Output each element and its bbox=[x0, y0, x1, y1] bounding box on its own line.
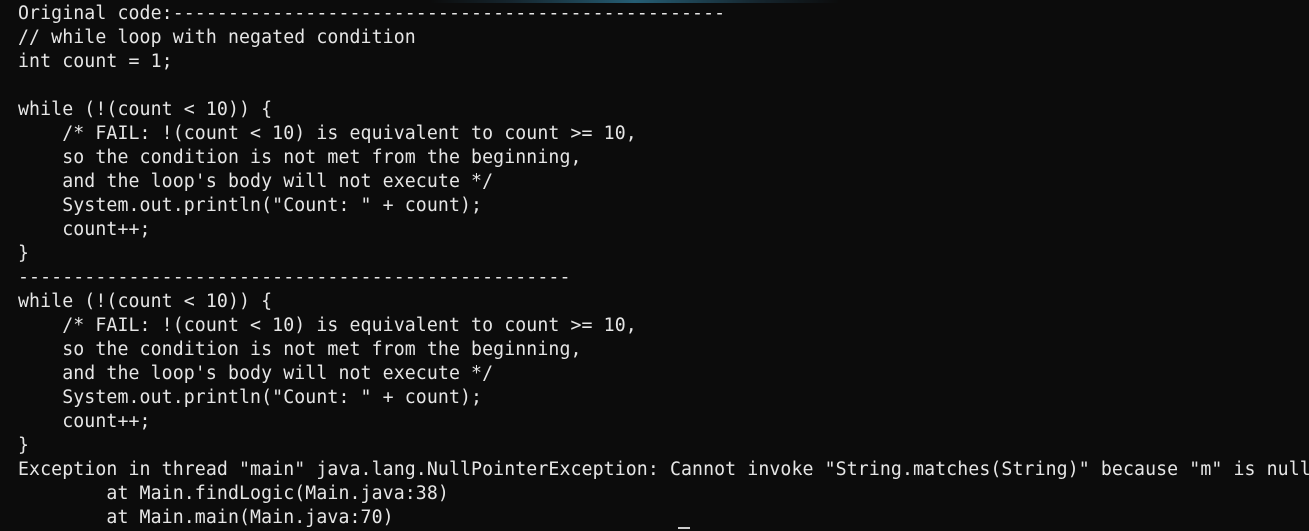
code-line: int count = 1; bbox=[18, 51, 173, 72]
stack-trace-line: at Main.findLogic(Main.java:38) bbox=[18, 483, 449, 504]
exception-message-line: Exception in thread "main" java.lang.Nul… bbox=[18, 459, 1309, 480]
original-code-header-line: Original code:--------------------------… bbox=[18, 3, 726, 24]
scrolled-output-fragment bbox=[430, 0, 840, 3]
text-cursor bbox=[678, 527, 690, 529]
code-line: } bbox=[18, 435, 30, 456]
code-line: count++; bbox=[18, 411, 151, 432]
code-line: count++; bbox=[18, 219, 151, 240]
code-line: while (!(count < 10)) { bbox=[18, 99, 273, 120]
code-line: while (!(count < 10)) { bbox=[18, 291, 273, 312]
code-line: System.out.println("Count: " + count); bbox=[18, 195, 483, 216]
code-line: so the condition is not met from the beg… bbox=[18, 147, 582, 168]
code-line: and the loop's body will not execute */ bbox=[18, 363, 494, 384]
code-line: /* FAIL: !(count < 10) is equivalent to … bbox=[18, 315, 637, 336]
code-line: and the loop's body will not execute */ bbox=[18, 171, 494, 192]
code-line: so the condition is not met from the beg… bbox=[18, 339, 582, 360]
code-line: } bbox=[18, 243, 30, 264]
separator-line: ----------------------------------------… bbox=[18, 267, 571, 288]
terminal-window[interactable]: Original code:--------------------------… bbox=[0, 0, 1309, 531]
stack-trace-line: at Main.main(Main.java:70) bbox=[18, 507, 394, 528]
code-line: System.out.println("Count: " + count); bbox=[18, 387, 483, 408]
code-line: /* FAIL: !(count < 10) is equivalent to … bbox=[18, 123, 637, 144]
code-comment-line: // while loop with negated condition bbox=[18, 27, 416, 48]
